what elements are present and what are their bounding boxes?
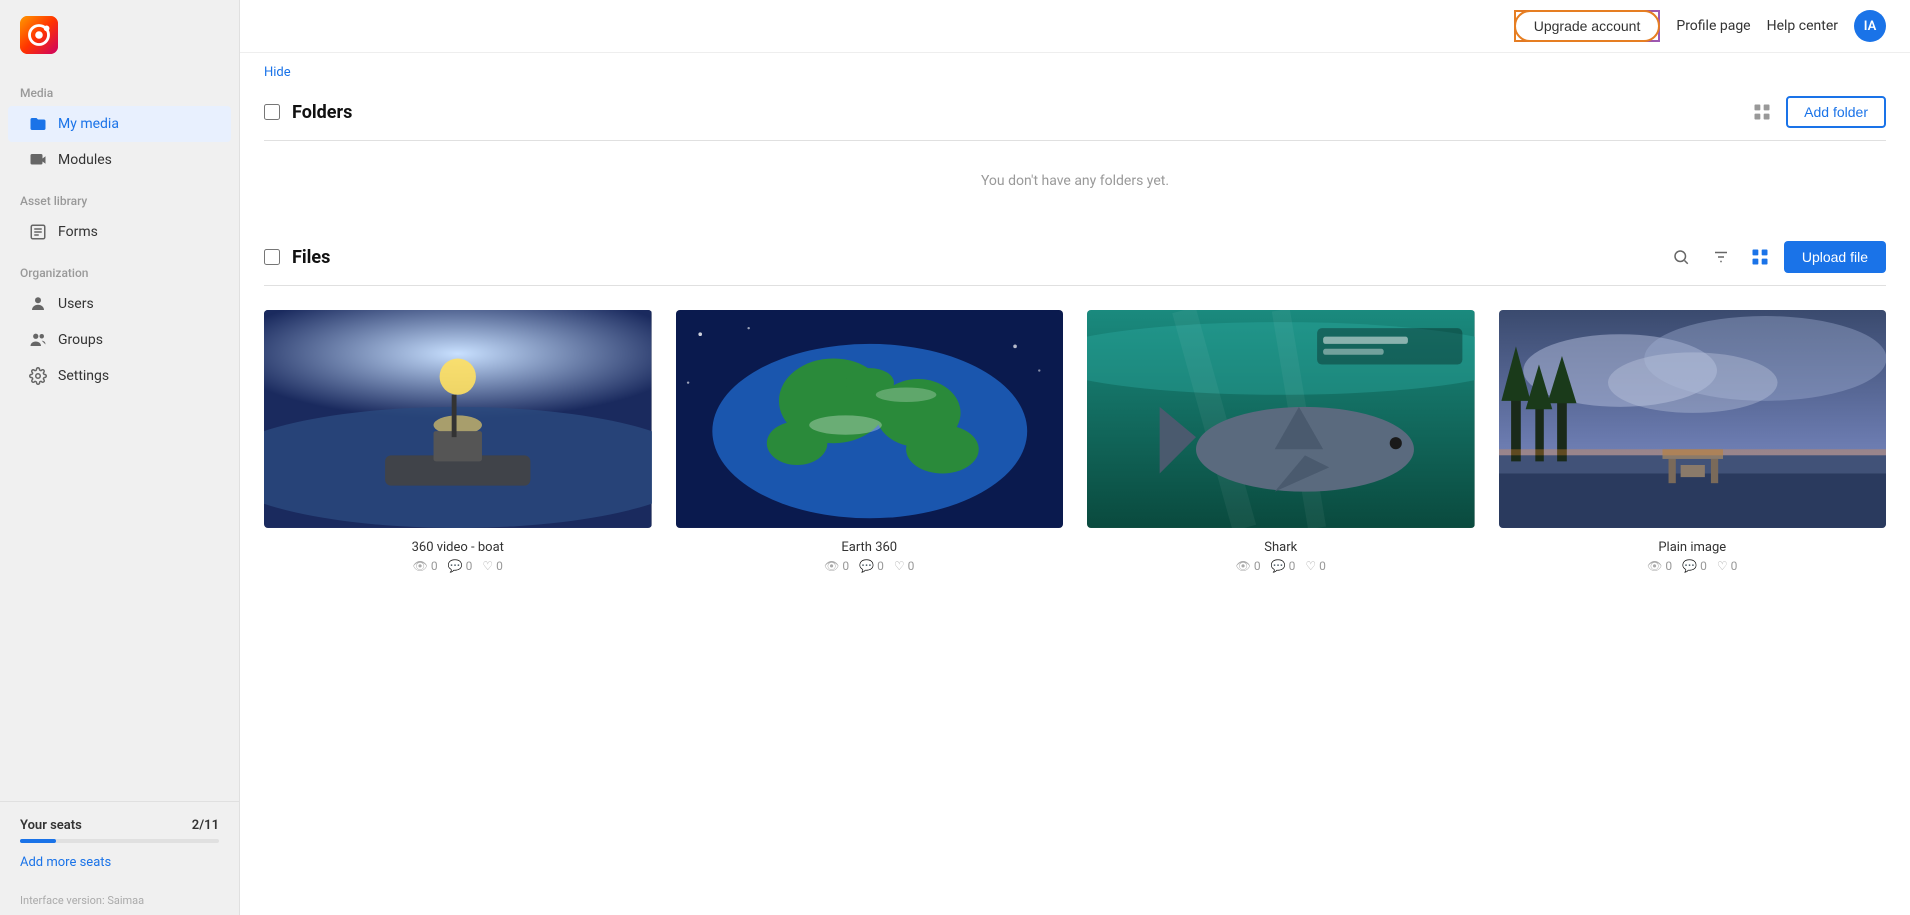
interface-version: Interface version: Saimaa	[0, 886, 239, 915]
sidebar-item-users[interactable]: Users	[8, 286, 231, 322]
stat-comments-earth: 💬 0	[859, 559, 884, 573]
sidebar: Media My media Modules Asset library For…	[0, 0, 240, 915]
search-button[interactable]	[1666, 244, 1696, 270]
files-header-right: Upload file	[1666, 241, 1886, 273]
sidebar-item-label-users: Users	[58, 296, 94, 312]
sidebar-item-modules[interactable]: Modules	[8, 142, 231, 178]
topnav: Upgrade account Profile page Help center…	[240, 0, 1910, 53]
add-folder-button[interactable]: Add folder	[1786, 96, 1886, 128]
files-checkbox[interactable]	[264, 249, 280, 265]
filter-button[interactable]	[1706, 244, 1736, 270]
user-avatar[interactable]: IA	[1854, 10, 1886, 42]
media-item-boat[interactable]: 360 video - boat 👁 0 💬 0 ♡ 0	[264, 310, 652, 573]
stat-likes-earth: ♡ 0	[894, 559, 915, 573]
upgrade-account-button[interactable]: Upgrade account	[1514, 10, 1661, 42]
media-stats-earth: 👁 0 💬 0 ♡ 0	[824, 559, 914, 573]
eye-icon-earth: 👁	[824, 559, 839, 573]
media-thumbnail-boat	[264, 310, 652, 528]
eye-icon: 👁	[413, 559, 428, 573]
settings-icon	[28, 366, 48, 386]
hide-link[interactable]: Hide	[264, 53, 291, 84]
media-grid: 360 video - boat 👁 0 💬 0 ♡ 0	[264, 286, 1886, 597]
stat-views-boat: 👁 0	[413, 559, 438, 573]
media-thumbnail-earth	[676, 310, 1064, 528]
media-item-shark[interactable]: Shark 👁 0 💬 0 ♡ 0	[1087, 310, 1475, 573]
files-section-header: Files Upload file	[264, 229, 1886, 286]
sidebar-item-settings[interactable]: Settings	[8, 358, 231, 394]
stat-views-plain: 👁 0	[1647, 559, 1672, 573]
eye-icon-shark: 👁	[1236, 559, 1251, 573]
stat-comments-boat: 💬 0	[448, 559, 473, 573]
sidebar-item-label-modules: Modules	[58, 152, 112, 168]
form-icon	[28, 222, 48, 242]
main-content: Upgrade account Profile page Help center…	[240, 0, 1910, 915]
comment-icon-earth: 💬	[859, 559, 874, 573]
add-seats-link[interactable]: Add more seats	[20, 855, 111, 870]
media-name-shark: Shark	[1264, 540, 1297, 555]
like-icon-earth: ♡	[894, 559, 905, 573]
seats-progress-bar	[20, 839, 219, 843]
stat-likes-plain: ♡ 0	[1717, 559, 1738, 573]
stat-views-shark: 👁 0	[1236, 559, 1261, 573]
stat-views-earth: 👁 0	[824, 559, 849, 573]
media-stats-shark: 👁 0 💬 0 ♡ 0	[1236, 559, 1326, 573]
video-icon	[28, 150, 48, 170]
section-label-media: Media	[0, 70, 239, 106]
like-icon: ♡	[482, 559, 493, 573]
media-thumbnail-plain	[1499, 310, 1887, 528]
folders-header-right: Add folder	[1748, 96, 1886, 128]
app-logo	[0, 0, 239, 70]
content-area: Hide Folders Add folder You don't have a…	[240, 53, 1910, 915]
group-icon	[28, 330, 48, 350]
sidebar-item-label-groups: Groups	[58, 332, 103, 348]
media-item-earth[interactable]: Earth 360 👁 0 💬 0 ♡ 0	[676, 310, 1064, 573]
media-stats-boat: 👁 0 💬 0 ♡ 0	[413, 559, 503, 573]
stat-likes-shark: ♡ 0	[1305, 559, 1326, 573]
like-icon-shark: ♡	[1305, 559, 1316, 573]
sidebar-item-label-forms: Forms	[58, 224, 98, 240]
media-name-earth: Earth 360	[841, 540, 897, 555]
sidebar-item-my-media[interactable]: My media	[8, 106, 231, 142]
stat-comments-plain: 💬 0	[1682, 559, 1707, 573]
media-stats-plain: 👁 0 💬 0 ♡ 0	[1647, 559, 1737, 573]
media-name-boat: 360 video - boat	[412, 540, 504, 555]
folders-checkbox[interactable]	[264, 104, 280, 120]
upload-file-button[interactable]: Upload file	[1784, 241, 1886, 273]
sidebar-item-label-my-media: My media	[58, 116, 119, 132]
user-icon	[28, 294, 48, 314]
media-thumbnail-shark	[1087, 310, 1475, 528]
seats-section: Your seats 2/11 Add more seats	[0, 801, 239, 886]
comment-icon-plain: 💬	[1682, 559, 1697, 573]
help-center-link[interactable]: Help center	[1767, 18, 1838, 34]
media-item-plain[interactable]: Plain image 👁 0 💬 0 ♡ 0	[1499, 310, 1887, 573]
folders-header-left: Folders	[264, 102, 352, 123]
comment-icon-shark: 💬	[1271, 559, 1286, 573]
section-label-asset-library: Asset library	[0, 178, 239, 214]
sidebar-item-forms[interactable]: Forms	[8, 214, 231, 250]
eye-icon-plain: 👁	[1647, 559, 1662, 573]
sidebar-item-groups[interactable]: Groups	[8, 322, 231, 358]
stat-comments-shark: 💬 0	[1271, 559, 1296, 573]
files-section: Files Upload file	[264, 229, 1886, 597]
folders-title: Folders	[292, 102, 352, 123]
files-header-left: Files	[264, 247, 330, 268]
folders-section-header: Folders Add folder	[264, 84, 1886, 141]
profile-page-link[interactable]: Profile page	[1676, 18, 1750, 34]
media-name-plain: Plain image	[1658, 540, 1726, 555]
files-grid-view-button[interactable]	[1746, 243, 1774, 271]
folders-empty-message: You don't have any folders yet.	[264, 141, 1886, 221]
sidebar-item-label-settings: Settings	[58, 368, 109, 384]
stat-likes-boat: ♡ 0	[482, 559, 503, 573]
seats-progress-fill	[20, 839, 56, 843]
like-icon-plain: ♡	[1717, 559, 1728, 573]
folder-icon	[28, 114, 48, 134]
seats-label: Your seats 2/11	[20, 818, 219, 833]
section-label-organization: Organization	[0, 250, 239, 286]
folders-grid-view-button[interactable]	[1748, 98, 1776, 126]
files-title: Files	[292, 247, 330, 268]
comment-icon: 💬	[448, 559, 463, 573]
